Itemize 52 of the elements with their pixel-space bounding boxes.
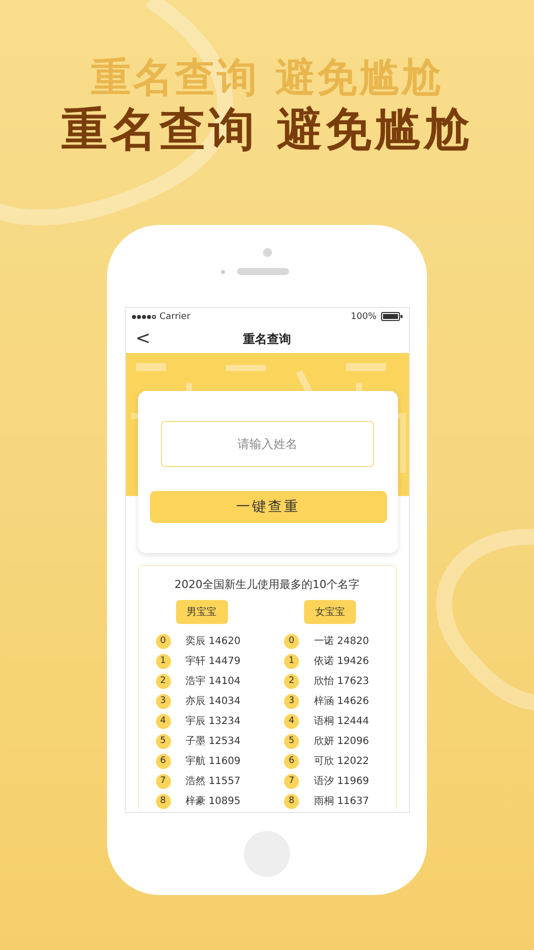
rank-badge: 6 (284, 754, 299, 768)
name-count: 一诺 24820 (314, 634, 369, 648)
back-button[interactable]: < (132, 328, 155, 349)
rank-badge: 4 (284, 714, 299, 728)
name-count: 宇航 11609 (186, 754, 240, 768)
name-count: 浩宇 14104 (186, 674, 240, 688)
group-label: 女宝宝 (304, 600, 356, 624)
headline: 重名查询 避免尴尬 (61, 104, 472, 155)
battery-icon (380, 312, 402, 321)
group-label: 男宝宝 (176, 600, 228, 624)
sensor-icon (221, 270, 225, 274)
nav-title: 重名查询 (243, 330, 291, 348)
rank-badge: 8 (284, 794, 299, 808)
rank-badge: 0 (284, 634, 299, 648)
battery-percent: 100% (350, 312, 376, 322)
name-count: 宇辰 13234 (186, 714, 240, 728)
rank-badge: 5 (156, 734, 170, 748)
camera-icon (262, 248, 272, 257)
headline-echo: 重名查询 避免尴尬 (91, 56, 443, 100)
speaker-icon (237, 268, 289, 275)
rank-badge: 7 (156, 774, 170, 788)
name-count: 梓涵 14626 (314, 694, 369, 708)
rank-badge: 5 (284, 734, 299, 748)
name-count: 欣怡 17623 (314, 674, 369, 688)
rank-badge: 3 (284, 694, 299, 708)
name-count: 语汐 11969 (314, 775, 369, 788)
rank-badge: 6 (156, 754, 170, 768)
name-count: 宇轩 14479 (186, 654, 240, 668)
name-count: 奕辰 14620 (186, 634, 240, 648)
rank-badge: 4 (156, 714, 170, 728)
rank-badge: 1 (284, 654, 299, 668)
signal-icon (132, 314, 156, 318)
name-count: 依诺 19426 (314, 654, 369, 668)
rank-badge: 0 (156, 634, 170, 648)
carrier-label: Carrier (160, 312, 190, 322)
rank-badge: 7 (284, 774, 299, 788)
name-count: 雨桐 11637 (314, 794, 369, 808)
rank-badge: 8 (156, 794, 170, 808)
name-count: 子墨 12534 (186, 735, 240, 748)
name-count: 亦辰 14034 (186, 694, 240, 708)
name-input-field[interactable]: 请输入姓名 (161, 421, 374, 467)
name-count: 语桐 12444 (314, 714, 369, 728)
name-count: 浩然 11557 (186, 774, 240, 788)
ranking-title: 2020全国新生儿使用最多的10个名字 (174, 577, 360, 592)
rank-badge: 1 (156, 654, 170, 668)
check-button[interactable]: 一键查重 (150, 491, 386, 523)
name-count: 梓豪 10895 (186, 794, 240, 808)
rank-badge: 2 (284, 674, 299, 688)
rank-badge: 3 (156, 694, 170, 708)
name-count: 可欣 12022 (314, 755, 369, 768)
name-count: 欣妍 12096 (314, 735, 369, 748)
rank-badge: 2 (156, 674, 170, 688)
